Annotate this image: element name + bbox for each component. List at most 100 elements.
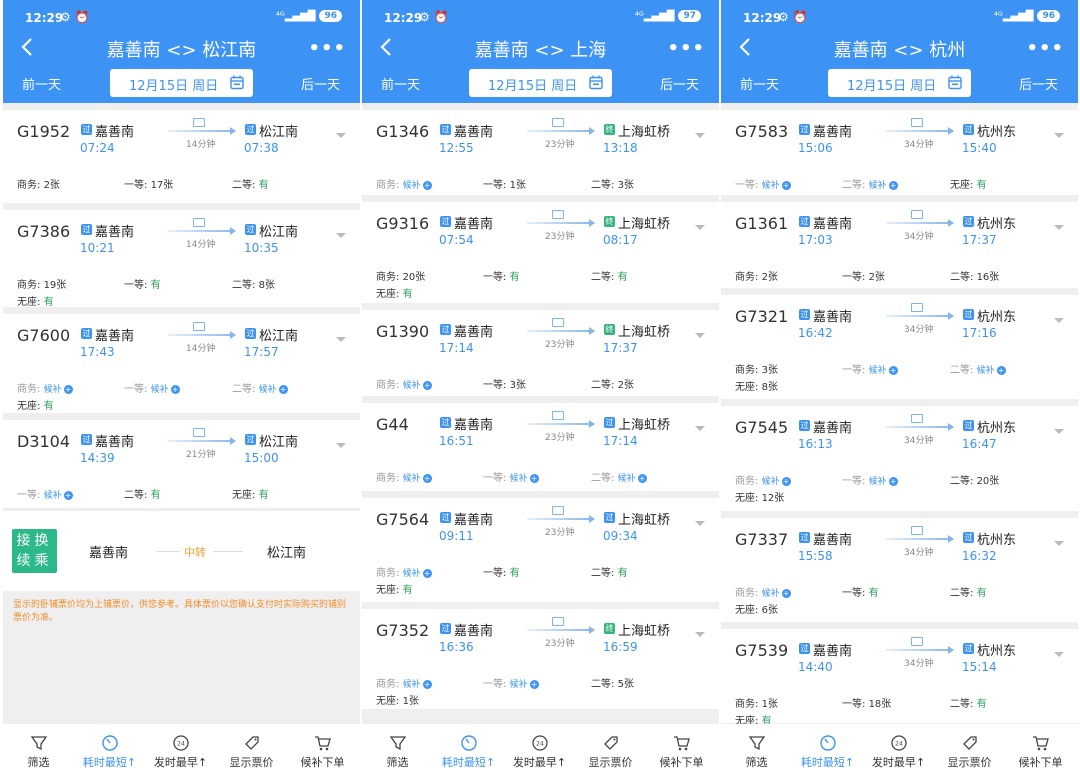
bottom-nav-item[interactable]: 耗时最短↑ [74,724,145,777]
seat-info[interactable]: 无座: 有 [17,397,54,412]
seat-info[interactable]: 无座: 8张 [735,378,778,393]
train-card[interactable]: G1390 过嘉善南 23分钟 终上海虹桥 17:14 17:37 商务: 候补 + 一等: 3… [362,310,719,396]
train-card[interactable]: G1346 过嘉善南 23分钟 终上海虹桥 12:55 13:18 商务: 候补 + 一等: 1… [362,110,719,195]
train-card[interactable]: G7386 过嘉善南 14分钟过松江南 10:21 10:35 商务: 19张 一等: 有二… [3,210,360,308]
prev-day-button[interactable]: 前一天 [381,74,420,93]
more-icon[interactable]: ••• [308,38,346,59]
seat-info[interactable]: 一等: 候补 + [842,472,898,487]
seat-info[interactable]: 一等: 2张 [842,268,885,283]
train-card[interactable]: G7539 过嘉善南 34分钟过杭州东 14:40 15:14 商务: 1张 一等: 18张… [721,629,1078,727]
seat-info[interactable]: 一等: 候补 + [735,176,791,191]
date-picker[interactable]: 12月15日 周日 [469,69,612,97]
seat-info[interactable]: 无座: 有 [376,285,413,300]
seat-info[interactable]: 商务: 候补 + [376,176,432,191]
chevron-down-icon[interactable] [336,337,346,342]
train-card[interactable]: G7564 过嘉善南 23分钟过上海虹桥 09:11 09:34 商务: 候补 + 一等: 有… [362,498,719,602]
seat-info[interactable]: 二等: 20张 [950,472,999,487]
seat-info[interactable]: 商务: 19张 [17,276,66,291]
chevron-down-icon[interactable] [1054,133,1064,138]
back-arrow-icon[interactable] [735,36,757,58]
seat-info[interactable]: 二等: 5张 [591,675,634,690]
seat-info[interactable]: 商务: 20张 [376,268,425,283]
seat-info[interactable]: 二等: 3张 [591,176,634,191]
chevron-down-icon[interactable] [336,443,346,448]
seat-info[interactable]: 无座: 6张 [735,601,778,616]
seat-info[interactable]: 一等: 候补 + [842,361,898,376]
seat-info[interactable]: 商务: 2张 [735,268,778,283]
seat-info[interactable]: 一等: 有 [842,584,879,599]
next-day-button[interactable]: 后一天 [1019,74,1058,93]
train-card[interactable]: G7583 过嘉善南 34分钟过杭州东 15:06 15:40 一等: 候补 + 二等: 候补… [721,110,1078,195]
seat-info[interactable]: 一等: 候补 + [17,486,73,501]
prev-day-button[interactable]: 前一天 [740,74,779,93]
seat-info[interactable]: 无座: 有 [17,293,54,308]
train-card[interactable]: G9316 过嘉善南 23分钟 终上海虹桥 07:54 08:17 商务: 20张 一等: 有… [362,202,719,303]
seat-info[interactable]: 二等: 候补 + [232,380,288,395]
bottom-nav-item[interactable]: 24 发时最早↑ [863,724,934,777]
seat-info[interactable]: 无座: 1张 [376,692,419,707]
chevron-down-icon[interactable] [1054,318,1064,323]
seat-info[interactable]: 二等: 8张 [232,276,275,291]
seat-info[interactable]: 无座: 12张 [735,489,784,504]
seat-info[interactable]: 商务: 1张 [735,695,778,710]
seat-info[interactable]: 二等: 有 [950,584,987,599]
chevron-down-icon[interactable] [695,426,705,431]
bottom-nav-item[interactable]: 候补下单 [646,724,717,777]
seat-info[interactable]: 商务: 候补 + [735,584,791,599]
train-card[interactable]: G7600 过嘉善南 14分钟过松江南 17:43 17:57 商务: 候补 + 一等: 候补… [3,314,360,413]
train-card[interactable]: G44 过嘉善南 23分钟过上海虹桥 16:51 17:14 商务: 候补 + 一等: 候补 +… [362,403,719,491]
seat-info[interactable]: 一等: 候补 + [483,469,539,484]
seat-info[interactable]: 一等: 有 [124,276,161,291]
bottom-nav-item[interactable]: 耗时最短↑ [792,724,863,777]
date-picker[interactable]: 12月15日 周日 [828,69,971,97]
seat-info[interactable]: 一等: 3张 [483,376,526,391]
chevron-down-icon[interactable] [1054,225,1064,230]
seat-info[interactable]: 二等: 16张 [950,268,999,283]
chevron-down-icon[interactable] [695,133,705,138]
seat-info[interactable]: 商务: 候补 + [376,675,432,690]
more-icon[interactable]: ••• [667,38,705,59]
back-arrow-icon[interactable] [376,36,398,58]
seat-info[interactable]: 商务: 2张 [17,176,60,191]
bottom-nav-item[interactable]: 显示票价 [934,724,1005,777]
seat-info[interactable]: 一等: 候补 + [483,675,539,690]
chevron-down-icon[interactable] [695,632,705,637]
seat-info[interactable]: 商务: 候补 + [376,564,432,579]
prev-day-button[interactable]: 前一天 [22,74,61,93]
seat-info[interactable]: 二等: 有 [591,268,628,283]
chevron-down-icon[interactable] [695,521,705,526]
seat-info[interactable]: 商务: 候补 + [376,376,432,391]
seat-info[interactable]: 商务: 候补 + [17,380,73,395]
seat-info[interactable]: 一等: 候补 + [124,380,180,395]
seat-info[interactable]: 二等: 候补 + [950,361,1006,376]
seat-info[interactable]: 二等: 有 [124,486,161,501]
transfer-card[interactable]: 接换续乘 嘉善南 中转 松江南 [3,511,360,591]
chevron-down-icon[interactable] [695,333,705,338]
seat-info[interactable]: 一等: 17张 [124,176,173,191]
seat-info[interactable]: 一等: 1张 [483,176,526,191]
chevron-down-icon[interactable] [336,233,346,238]
seat-info[interactable]: 无座: 有 [950,176,987,191]
bottom-nav-item[interactable]: 筛选 [3,724,74,777]
seat-info[interactable]: 二等: 2张 [591,376,634,391]
seat-info[interactable]: 一等: 有 [483,564,520,579]
date-picker[interactable]: 12月15日 周日 [110,69,253,97]
back-arrow-icon[interactable] [17,36,39,58]
bottom-nav-item[interactable]: 显示票价 [216,724,287,777]
train-card[interactable]: G7545 过嘉善南 34分钟过杭州东 16:13 16:47 商务: 候补 + 一等: 候补… [721,406,1078,511]
train-card[interactable]: G1952 过嘉善南 14分钟过松江南 07:24 07:38 商务: 2张 一等: 17张… [3,110,360,203]
seat-info[interactable]: 商务: 候补 + [376,469,432,484]
bottom-nav-item[interactable]: 24 发时最早↑ [504,724,575,777]
seat-info[interactable]: 商务: 候补 + [735,472,791,487]
seat-info[interactable]: 商务: 3张 [735,361,778,376]
seat-info[interactable]: 二等: 有 [232,176,269,191]
seat-info[interactable]: 一等: 18张 [842,695,891,710]
train-card[interactable]: D3104 过嘉善南 21分钟过松江南 14:39 15:00 一等: 候补 + 二等: 有无… [3,420,360,508]
bottom-nav-item[interactable]: 筛选 [362,724,433,777]
seat-info[interactable]: 二等: 候补 + [591,469,647,484]
train-card[interactable]: G7337 过嘉善南 34分钟过杭州东 15:58 16:32 商务: 候补 + 一等: 有二… [721,518,1078,622]
bottom-nav-item[interactable]: 显示票价 [575,724,646,777]
chevron-down-icon[interactable] [336,133,346,138]
bottom-nav-item[interactable]: 耗时最短↑ [433,724,504,777]
next-day-button[interactable]: 后一天 [660,74,699,93]
